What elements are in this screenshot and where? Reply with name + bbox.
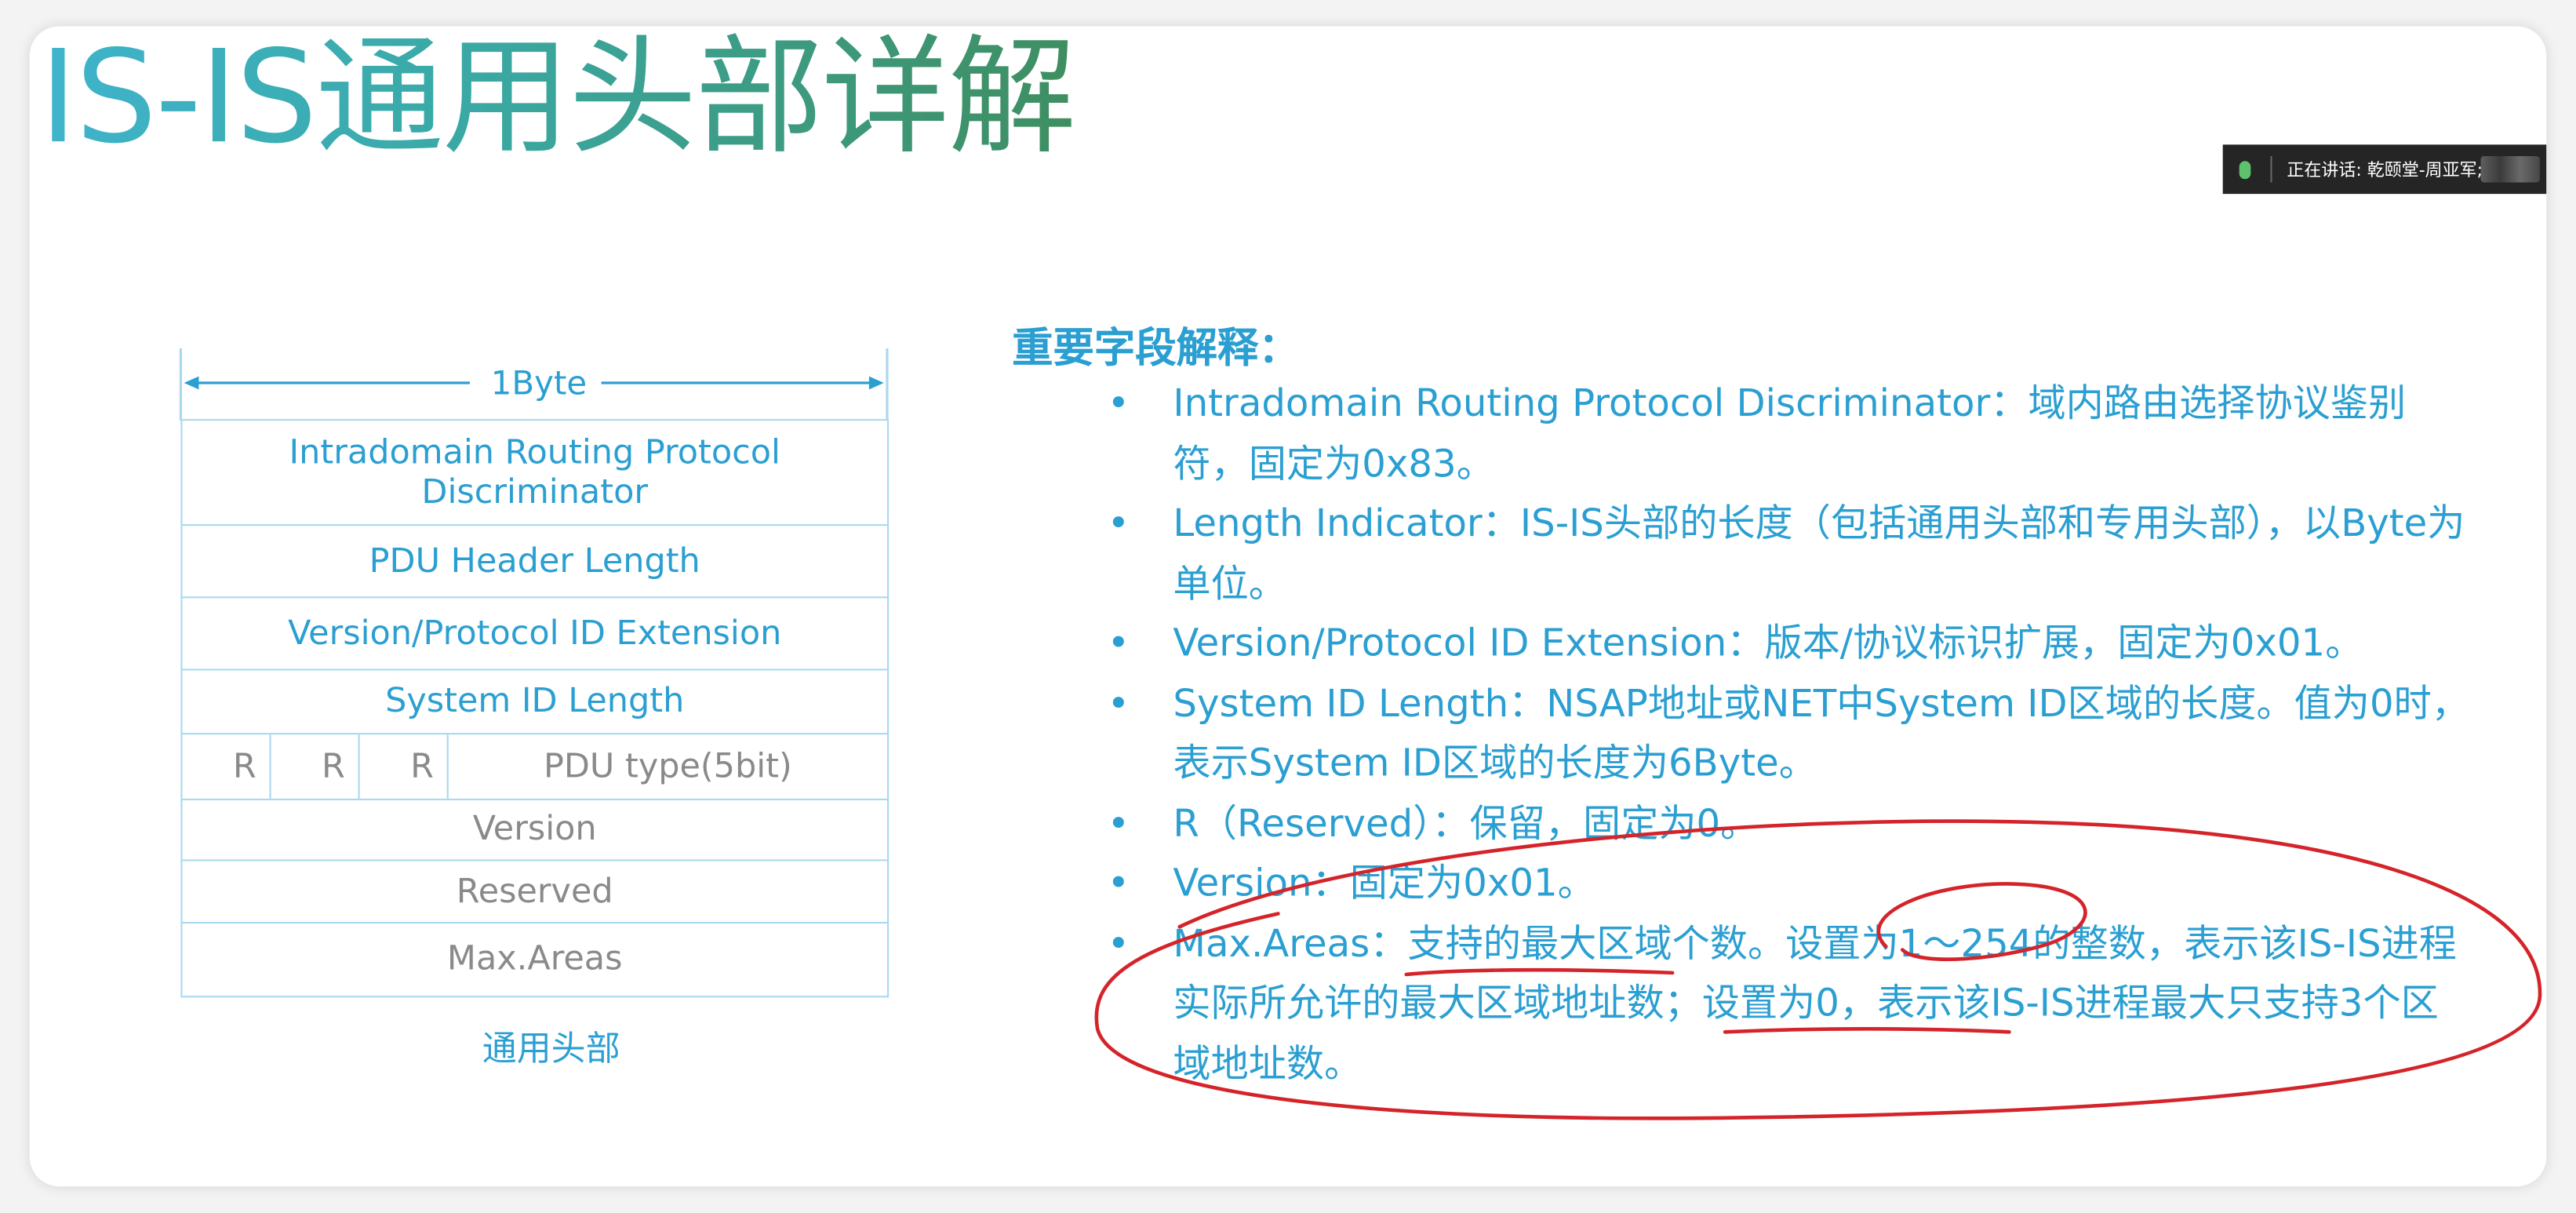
list-item: • System ID Length：NSAP地址或NET中System ID区域… [1107,683,2469,786]
field-system-id-length: System ID Length [180,670,890,735]
field-version: Version [180,800,890,861]
explanations-heading: 重要字段解释： [1012,323,1300,372]
list-item: • R（Reserved）：保留，固定为0。 [1107,803,1759,846]
list-item: • Max.Areas：支持的最大区域个数。设置为1～254的整数，表示该IS-I… [1107,923,2457,1086]
speaking-text: 正在讲话: 乾颐堂-周亚军; [2287,160,2483,180]
slide: IS-IS通用头部详解 正在讲话: 乾颐堂-周亚军; 1Byte Intrado… [29,26,2547,1187]
field-version-protocol-id: Version/Protocol ID Extension [180,598,890,671]
list-item: • Length Indicator：IS-IS头部的长度（包括通用头部和专用头部… [1107,502,2465,606]
pdu-type-cell: PDU type(5bit) [543,745,792,785]
divider [2270,155,2272,183]
microphone-icon [2239,160,2251,179]
list-item: • Version/Protocol ID Extension：版本/协议标识扩展… [1107,622,2363,666]
list-item: • Version：固定为0x01。 [1107,862,1595,906]
diagram-caption: 通用头部 [482,1029,620,1069]
field-pdu-header-length: PDU Header Length [180,526,890,599]
field-max-areas: Max.Areas [180,923,890,998]
field-discriminator: Intradomain Routing Protocol Discriminat… [180,419,890,526]
reserved-bit-3: R [360,734,449,799]
slide-title: IS-IS通用头部详解 [39,26,1076,173]
field-reserved: Reserved [180,861,890,924]
explanations-list: • Intradomain Routing Protocol Discrimina… [1108,375,2471,1095]
speaking-indicator: 正在讲话: 乾颐堂-周亚军; [2222,144,2547,195]
blurred-avatars [2480,155,2540,183]
byte-width-label: 1Byte [490,362,588,403]
reserved-bit-1: R [182,734,271,799]
list-item: • Intradomain Routing Protocol Discrimina… [1107,382,2407,486]
field-pdu-type-row: R R R PDU type(5bit) [180,734,890,800]
reserved-bit-2: R [271,734,360,799]
